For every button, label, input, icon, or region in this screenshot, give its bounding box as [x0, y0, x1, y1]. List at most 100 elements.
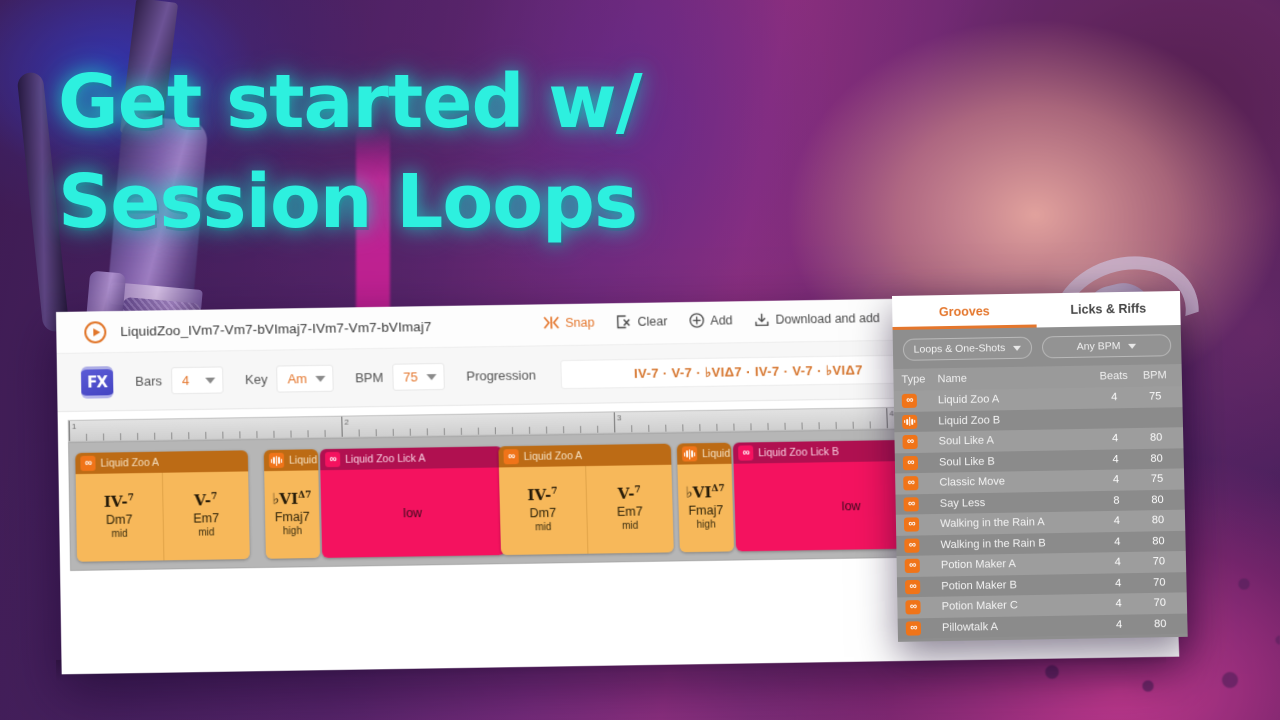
ruler-bar-number: 4	[887, 409, 894, 418]
loop-name-cell: Liquid Zoo A	[938, 392, 1092, 407]
filter-bpm-label: Any BPM	[1077, 340, 1121, 353]
clear-button[interactable]: Clear	[616, 314, 667, 329]
title-overlay: Get started w/ Session Loops	[58, 52, 642, 252]
clip-name: Liquid Zoo A	[524, 450, 583, 463]
ruler-tick-minor	[325, 430, 326, 437]
progression-select[interactable]: IV-7 · V-7 · ♭VIΔ7 · IV-7 · V-7 · ♭VIΔ7	[560, 354, 936, 389]
filter-loops-oneshots[interactable]: Loops & One-Shots	[903, 337, 1033, 361]
snap-button[interactable]: Snap	[543, 315, 595, 330]
chord-cell[interactable]: ♭VIΔ7 Fmaj7 high	[677, 464, 734, 552]
loop-bpm-cell: 75	[1136, 390, 1174, 403]
timeline-clip[interactable]: ∞ Liquid Zoo A IV-7 Dm7 mid V-7 Em7 mid	[498, 444, 673, 555]
loop-type-cell: ∞	[904, 517, 940, 532]
ruler-tick-minor	[393, 429, 394, 436]
tab-grooves[interactable]: Grooves	[892, 293, 1037, 330]
loop-bpm-cell: 80	[1137, 432, 1175, 445]
loop-icon: ∞	[905, 600, 920, 614]
loop-type-cell: ∞	[906, 621, 942, 636]
title-line-1: Get started w/	[58, 52, 642, 152]
download-and-add-button[interactable]: Download and add	[754, 311, 880, 327]
loop-type-cell: ∞	[904, 538, 940, 553]
chord-roman-numeral: IV-7	[104, 494, 134, 510]
loop-name-cell: Walking in the Rain A	[940, 516, 1095, 531]
loop-name-cell: Pillowtalk A	[942, 619, 1097, 634]
play-icon[interactable]	[84, 321, 106, 343]
title-line-2: Session Loops	[58, 152, 642, 252]
loop-beats-cell: 4	[1095, 515, 1139, 528]
chord-cell[interactable]: V-7 Em7 mid	[586, 465, 674, 554]
ruler-tick-minor	[546, 426, 547, 433]
lick-register-label: low	[842, 498, 861, 512]
loop-bpm-cell: 80	[1137, 452, 1175, 465]
download-and-add-label: Download and add	[775, 311, 880, 327]
screenshot-root: Get started w/ Session Loops LiquidZoo_I…	[0, 0, 1280, 720]
loop-type-cell: ∞	[905, 579, 941, 594]
filter-bpm[interactable]: Any BPM	[1042, 334, 1172, 358]
loop-name-cell: Potion Maker A	[941, 557, 1096, 572]
ruler-tick-minor	[819, 422, 820, 429]
ruler-tick-minor	[154, 433, 155, 440]
ruler-tick-minor	[836, 422, 837, 429]
clear-label: Clear	[637, 314, 667, 328]
clip-body: ♭VIΔ7 Fmaj7 high	[264, 470, 320, 558]
column-header-type: Type	[901, 373, 937, 386]
browser-list-item[interactable]: ∞ Pillowtalk A 4 80	[898, 613, 1188, 639]
loop-icon: ∞	[906, 621, 921, 635]
loop-type-cell	[902, 414, 938, 429]
ruler-tick-minor	[307, 430, 308, 437]
chord-cell[interactable]: V-7 Em7 mid	[162, 471, 249, 560]
progression-value: IV-7 · V-7 · ♭VIΔ7 · IV-7 · V-7 · ♭VIΔ7	[634, 362, 863, 382]
ruler-tick-minor	[529, 427, 530, 434]
document-title: LiquidZoo_IVm7-Vm7-bVImaj7-IVm7-Vm7-bVIm…	[120, 319, 432, 339]
timeline-clip[interactable]: Liquid Zoo A ♭VIΔ7Fmaj7high	[677, 443, 734, 553]
loop-type-cell: ∞	[903, 476, 939, 491]
key-select[interactable]: Am	[276, 365, 333, 393]
chevron-down-icon	[315, 375, 325, 381]
loop-icon: ∞	[80, 456, 95, 471]
chord-name: Em7	[193, 512, 219, 525]
tab-licks-and-riffs[interactable]: Licks & Riffs	[1036, 291, 1181, 328]
bars-select[interactable]: 4	[171, 366, 224, 394]
timeline-clip[interactable]: Liquid Zoo A ♭VIΔ7Fmaj7high	[264, 449, 320, 559]
ruler-tick-minor	[171, 432, 172, 439]
ruler-bar-number: 1	[70, 422, 77, 431]
bpm-select[interactable]: 75	[392, 363, 445, 391]
ruler-tick-minor	[273, 431, 274, 438]
loop-beats-cell: 4	[1095, 535, 1139, 548]
chord-cell[interactable]: IV-7 Dm7 mid	[76, 473, 164, 562]
loop-beats-cell: 4	[1094, 473, 1138, 486]
ruler-tick-minor	[290, 431, 291, 438]
timeline-clip[interactable]: ∞ Liquid Zoo Lick A low	[320, 446, 505, 558]
chord-name: Dm7	[106, 513, 133, 526]
filter-loops-oneshots-label: Loops & One-Shots	[914, 342, 1006, 356]
chord-register: mid	[111, 530, 127, 540]
ruler-tick-minor	[86, 434, 87, 441]
loop-name-cell: Potion Maker B	[941, 578, 1096, 593]
loop-bpm-cell: 80	[1139, 514, 1177, 527]
loop-bpm-cell: 80	[1139, 535, 1177, 548]
ruler-tick-minor	[376, 429, 377, 436]
waveform-icon	[269, 453, 284, 468]
loop-beats-cell: 4	[1093, 453, 1137, 466]
clip-header: ∞ Liquid Zoo Lick A	[320, 446, 503, 470]
clip-name: Liquid Zoo A	[289, 454, 318, 467]
browser-list[interactable]: ∞ Liquid Zoo A 4 75 Liquid Zoo B ∞ Soul Like A…	[894, 386, 1188, 639]
chord-cell[interactable]: IV-7 Dm7 mid	[499, 466, 588, 555]
ruler-tick-minor	[359, 429, 360, 436]
bars-label: Bars	[135, 373, 162, 388]
loop-beats-cell: 4	[1092, 391, 1136, 404]
loop-bpm-cell: 80	[1138, 493, 1176, 506]
chord-roman-numeral: IV-7	[527, 487, 558, 503]
snap-label: Snap	[565, 315, 595, 329]
chord-cell[interactable]: ♭VIΔ7 Fmaj7 high	[264, 470, 320, 558]
timeline-clip[interactable]: ∞ Liquid Zoo A IV-7 Dm7 mid V-7 Em7 mid	[75, 450, 250, 561]
add-button[interactable]: Add	[689, 312, 733, 328]
ruler-tick-minor	[222, 432, 223, 439]
loop-beats-cell: 4	[1097, 618, 1142, 631]
chord-roman-numeral: V-7	[194, 493, 217, 508]
ruler-tick-minor	[512, 427, 513, 434]
loop-beats-cell: 4	[1095, 556, 1139, 569]
fx-logo-icon[interactable]: FX	[81, 366, 114, 399]
ruler-tick-minor	[103, 433, 104, 440]
loop-icon: ∞	[905, 559, 920, 573]
